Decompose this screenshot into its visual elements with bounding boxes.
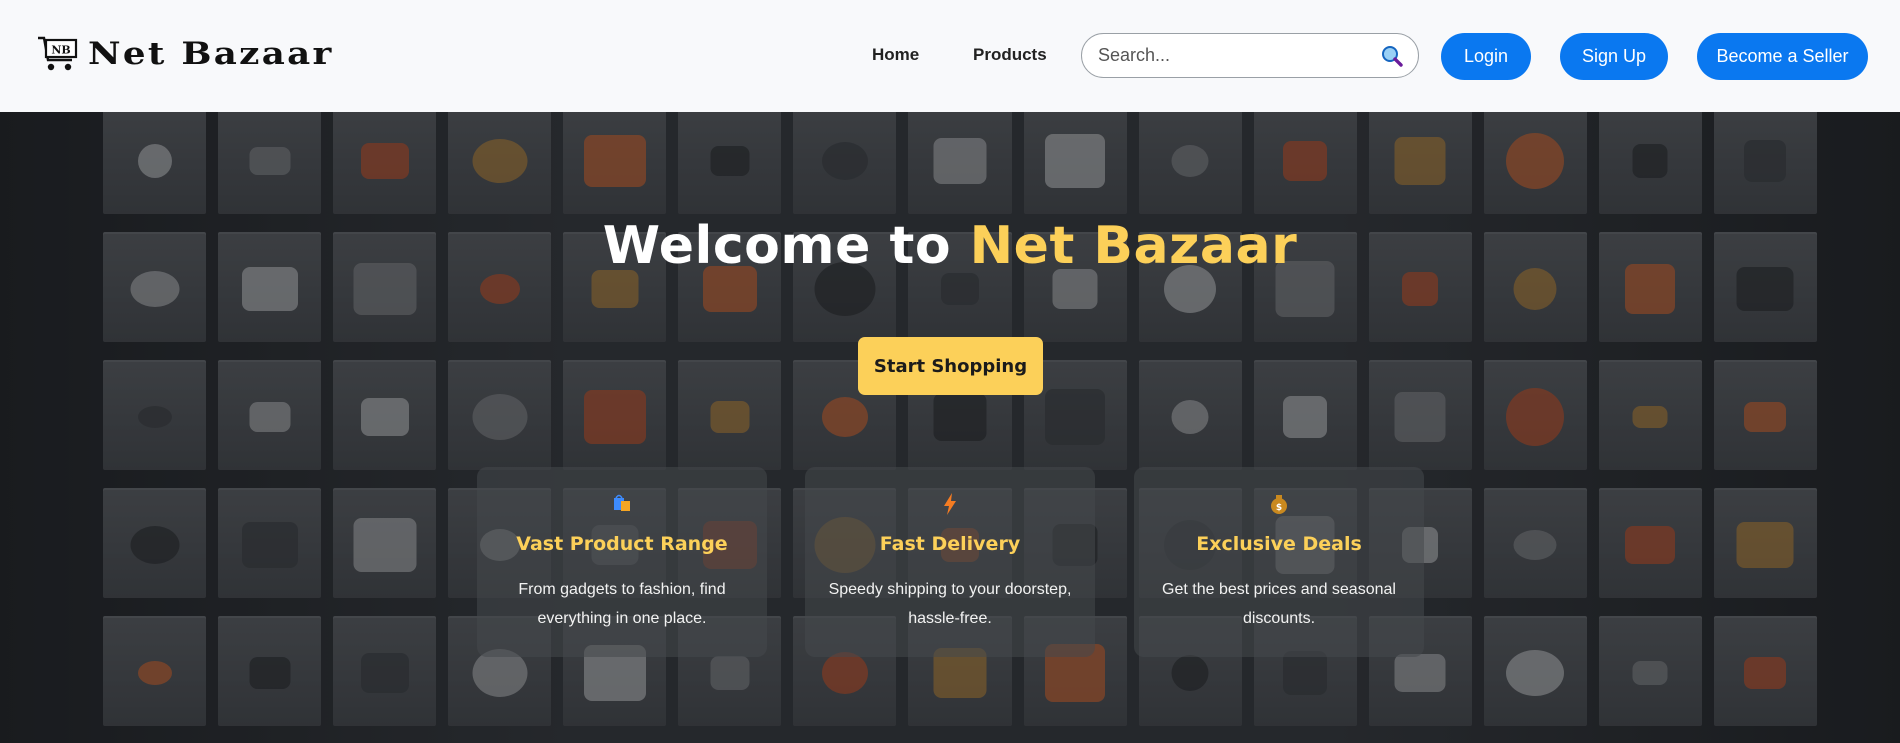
- signup-button[interactable]: Sign Up: [1560, 33, 1668, 80]
- feature-card-fast-delivery: Fast Delivery Speedy shipping to your do…: [805, 467, 1095, 657]
- hero-title: Welcome to Net Bazaar: [0, 216, 1900, 276]
- feature-title: Vast Product Range: [516, 533, 728, 555]
- start-shopping-button[interactable]: Start Shopping: [858, 337, 1043, 395]
- search-input[interactable]: [1098, 45, 1380, 66]
- lightning-icon: [943, 493, 957, 518]
- feature-description: From gadgets to fashion, find everything…: [518, 581, 726, 627]
- svg-text:$: $: [1276, 503, 1282, 513]
- feature-card-product-range: Vast Product Range From gadgets to fashi…: [477, 467, 767, 657]
- feature-title: Fast Delivery: [879, 533, 1021, 555]
- svg-text:NB: NB: [51, 44, 70, 57]
- hero-title-accent: Net Bazaar: [969, 216, 1298, 276]
- money-bag-icon: $: [1268, 493, 1290, 518]
- shopping-bags-icon: [612, 493, 632, 516]
- brand-name: Net Bazaar: [88, 35, 334, 72]
- become-seller-button[interactable]: Become a Seller: [1697, 33, 1868, 80]
- hero-title-prefix: Welcome to: [602, 216, 970, 276]
- feature-description: Speedy shipping to your doorstep, hassle…: [828, 581, 1072, 627]
- brand-logo[interactable]: NB Net Bazaar: [36, 34, 331, 74]
- hero-section: Welcome to Net Bazaar Start Shopping Vas…: [0, 112, 1900, 743]
- feature-description: Get the best prices and seasonal discoun…: [1162, 581, 1396, 627]
- shopping-cart-icon: NB: [38, 36, 78, 71]
- search-icon[interactable]: [1380, 44, 1404, 68]
- feature-card-exclusive-deals: $ Exclusive Deals Get the best prices an…: [1134, 467, 1424, 657]
- login-button[interactable]: Login: [1441, 33, 1531, 80]
- site-header: NB Net Bazaar Home Products Login Sign U…: [0, 0, 1900, 112]
- nav-products[interactable]: Products: [973, 45, 1047, 65]
- nav-home[interactable]: Home: [872, 45, 919, 65]
- search-box: [1081, 33, 1419, 78]
- feature-title: Exclusive Deals: [1196, 533, 1362, 555]
